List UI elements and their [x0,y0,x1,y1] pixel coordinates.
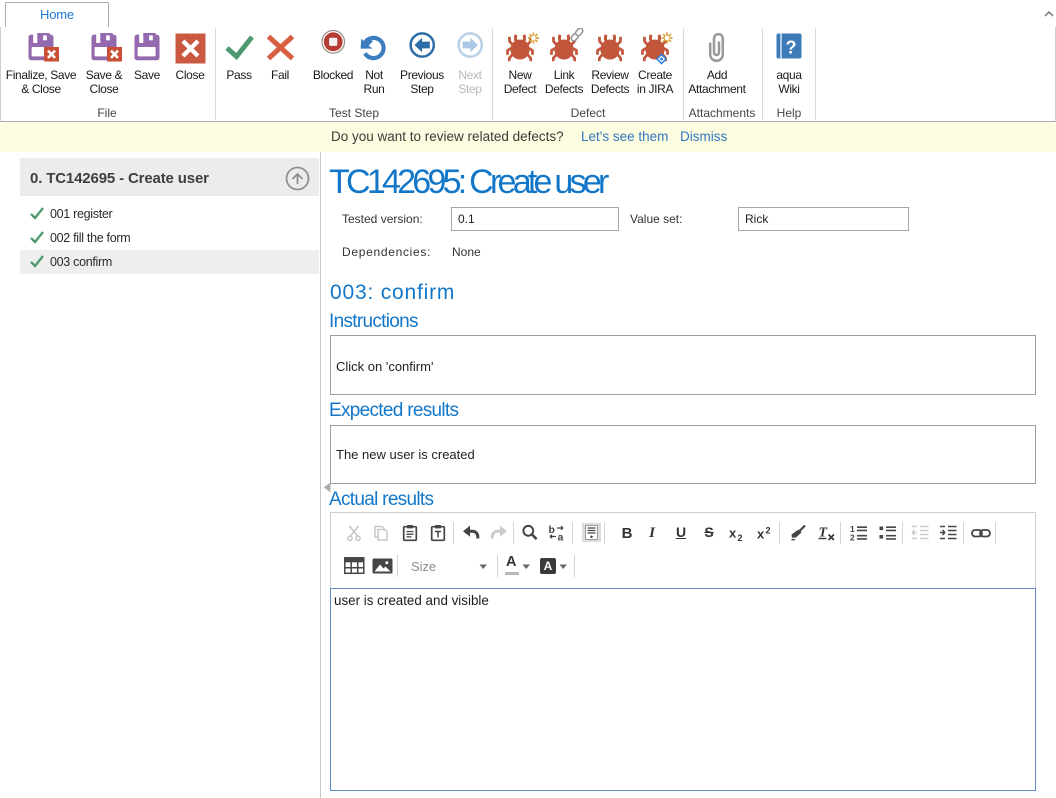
svg-text:2: 2 [766,526,771,536]
svg-text:x: x [757,527,765,542]
svg-text:a: a [558,532,564,543]
svg-text:2: 2 [850,533,855,543]
svg-text:2: 2 [738,533,743,543]
svg-text:x: x [729,526,737,541]
svg-text:b: b [549,524,555,536]
svg-text:?: ? [786,38,797,58]
